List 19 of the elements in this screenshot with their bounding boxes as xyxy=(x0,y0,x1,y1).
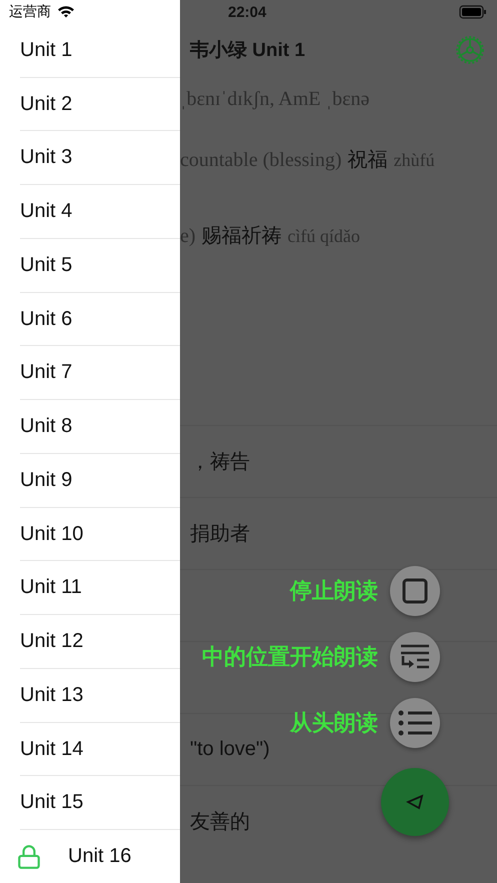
action-label: 中的位置开始朗读 xyxy=(202,643,378,671)
action-label: 从头朗读 xyxy=(290,709,378,737)
meaning-text: 友善的 xyxy=(190,810,250,835)
list-arrow-icon xyxy=(399,644,431,670)
meaning-text: 捐助者 xyxy=(190,522,250,547)
carrier-name: 运营商 xyxy=(9,2,51,21)
chinese-text: 祝福 xyxy=(348,148,388,173)
page-title: 韦小绿 Unit 1 xyxy=(190,39,306,63)
wifi-icon xyxy=(57,5,75,18)
triangle-icon xyxy=(406,794,424,810)
meaning-text: ，祷告 xyxy=(190,450,250,475)
battery-icon xyxy=(459,5,487,19)
status-time: 22:04 xyxy=(228,4,266,20)
unit-item[interactable]: Unit 16 xyxy=(20,830,180,883)
chinese-text: 赐福祈祷 xyxy=(202,224,282,249)
square-icon xyxy=(402,578,428,604)
list-icon xyxy=(398,710,432,736)
action-label: 停止朗读 xyxy=(290,577,378,605)
meaning-text: "to love") xyxy=(190,738,270,761)
